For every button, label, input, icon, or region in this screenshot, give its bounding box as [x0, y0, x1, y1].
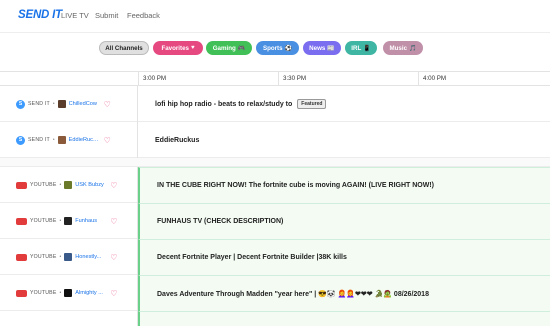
avatar — [57, 100, 66, 108]
top-nav: SEND IT LIVE TV Submit Feedback — [0, 0, 550, 33]
channel-cell[interactable] — [0, 311, 138, 326]
guide-row: S SEND IT • ChilledCow ♡ lofi hip hop ra… — [0, 86, 550, 122]
source-label: YOUTUBE — [30, 254, 57, 260]
program-cell[interactable]: Decent Fortnite Player | Decent Fortnite… — [138, 239, 550, 275]
filter-news[interactable]: News 📰 — [303, 41, 341, 55]
time-slot: 3:00 PM — [138, 72, 278, 86]
guide-row: YOUTUBE • Honestly... ♡ Decent Fortnite … — [0, 239, 550, 275]
channel-cell[interactable]: YOUTUBE • Almighty ... ♡ — [0, 275, 138, 311]
channel-cell[interactable]: YOUTUBE • Funhaus ♡ — [0, 203, 138, 239]
newspaper-icon: 📰 — [327, 45, 335, 52]
youtube-icon — [16, 253, 27, 261]
nav-link-feedback[interactable]: Feedback — [127, 11, 160, 20]
youtube-icon — [16, 181, 27, 189]
separator-dot: • — [59, 290, 62, 296]
source-label: SEND IT — [28, 101, 50, 107]
separator-dot: • — [59, 254, 62, 260]
filter-label: All Channels — [105, 44, 143, 52]
time-slot: 4:00 PM — [418, 72, 550, 86]
filter-music[interactable]: Music 🎵 — [383, 41, 423, 55]
program-title: lofi hip hop radio - beats to relax/stud… — [155, 100, 293, 108]
separator-dot: • — [59, 218, 62, 224]
avatar — [64, 289, 73, 297]
heart-outline-icon[interactable]: ♡ — [110, 181, 117, 190]
music-note-icon: 🎵 — [409, 45, 417, 52]
separator-dot: • — [59, 182, 62, 188]
filter-bar: All Channels Favorites ♥ Gaming 🎮 Sports… — [0, 37, 550, 61]
channel-name[interactable]: ChilledCow — [69, 101, 99, 107]
featured-badge: Featured — [297, 99, 327, 109]
program-title: EddieRuckus — [155, 136, 200, 144]
sendit-icon: S — [16, 99, 25, 109]
youtube-icon — [16, 289, 27, 297]
source-label: SEND IT — [28, 137, 50, 143]
guide-row: YOUTUBE • USK Bubzy ♡ IN THE CUBE RIGHT … — [0, 167, 550, 203]
heart-outline-icon[interactable]: ♡ — [110, 217, 117, 226]
program-cell[interactable] — [138, 311, 550, 326]
phone-icon: 📱 — [363, 45, 371, 52]
program-title: FUNHAUS TV (CHECK DESCRIPTION) — [157, 218, 284, 225]
avatar — [57, 136, 66, 144]
separator-dot: • — [52, 137, 55, 143]
guide-row: YOUTUBE • Almighty ... ♡ Daves Adventure… — [0, 275, 550, 311]
guide-row: YOUTUBE • Funhaus ♡ FUNHAUS TV (CHECK DE… — [0, 203, 550, 239]
heart-outline-icon[interactable]: ♡ — [104, 100, 111, 109]
channel-name[interactable]: Almighty ... — [75, 290, 105, 296]
channel-guide: S SEND IT • ChilledCow ♡ lofi hip hop ra… — [0, 86, 550, 326]
program-cell[interactable]: Daves Adventure Through Madden "year her… — [138, 275, 550, 311]
program-cell[interactable]: lofi hip hop radio - beats to relax/stud… — [138, 86, 550, 122]
logo[interactable]: SEND IT — [18, 9, 62, 21]
section-divider — [0, 158, 550, 167]
channel-name[interactable]: Funhaus — [75, 218, 105, 224]
filter-gaming[interactable]: Gaming 🎮 — [206, 41, 252, 55]
program-title: Decent Fortnite Player | Decent Fortnite… — [157, 254, 347, 261]
filter-label: News — [309, 44, 326, 52]
heart-outline-icon[interactable]: ♡ — [104, 136, 111, 145]
channel-cell[interactable]: S SEND IT • EddieRuck... ♡ — [0, 122, 138, 158]
filter-label: Music — [389, 44, 408, 52]
guide-row: S SEND IT • EddieRuck... ♡ EddieRuckus — [0, 122, 550, 158]
channel-cell[interactable]: YOUTUBE • Honestly... ♡ — [0, 239, 138, 275]
heart-icon: ♥ — [190, 45, 195, 51]
filter-label: Gaming — [212, 44, 236, 52]
guide-row — [0, 311, 550, 326]
nav-link-live-tv[interactable]: LIVE TV — [61, 11, 89, 20]
youtube-icon — [16, 217, 27, 225]
heart-outline-icon[interactable]: ♡ — [110, 253, 117, 262]
filter-favorites[interactable]: Favorites ♥ — [153, 41, 203, 55]
source-label: YOUTUBE — [30, 218, 57, 224]
nav-link-submit[interactable]: Submit — [95, 11, 118, 20]
gamepad-icon: 🎮 — [237, 45, 246, 52]
source-label: YOUTUBE — [30, 182, 57, 188]
program-title: IN THE CUBE RIGHT NOW! The fortnite cube… — [157, 182, 435, 189]
avatar — [64, 181, 73, 189]
heart-outline-icon[interactable]: ♡ — [110, 289, 117, 298]
channel-name[interactable]: Honestly... — [75, 254, 105, 260]
filter-label: IRL — [351, 44, 362, 52]
channel-name[interactable]: EddieRuck... — [69, 137, 99, 143]
avatar — [64, 217, 73, 225]
channel-name[interactable]: USK Bubzy — [75, 182, 105, 188]
filter-label: Favorites — [161, 44, 189, 52]
separator-dot: • — [52, 101, 55, 107]
program-cell[interactable]: EddieRuckus — [138, 122, 550, 158]
soccer-ball-icon: ⚽ — [284, 45, 293, 52]
program-cell[interactable]: FUNHAUS TV (CHECK DESCRIPTION) — [138, 203, 550, 239]
source-label: YOUTUBE — [30, 290, 57, 296]
filter-sports[interactable]: Sports ⚽ — [256, 41, 299, 55]
channel-cell[interactable]: S SEND IT • ChilledCow ♡ — [0, 86, 138, 122]
program-title: Daves Adventure Through Madden "year her… — [157, 290, 429, 298]
channel-cell[interactable]: YOUTUBE • USK Bubzy ♡ — [0, 167, 138, 203]
filter-all-channels[interactable]: All Channels — [99, 41, 149, 55]
filter-irl[interactable]: IRL 📱 — [345, 41, 377, 55]
filter-label: Sports — [262, 44, 283, 52]
time-slot: 3:30 PM — [278, 72, 418, 86]
program-cell[interactable]: IN THE CUBE RIGHT NOW! The fortnite cube… — [138, 167, 550, 203]
avatar — [64, 253, 73, 261]
sendit-icon: S — [16, 135, 25, 145]
timeline-header: 3:00 PM 3:30 PM 4:00 PM — [0, 71, 550, 86]
